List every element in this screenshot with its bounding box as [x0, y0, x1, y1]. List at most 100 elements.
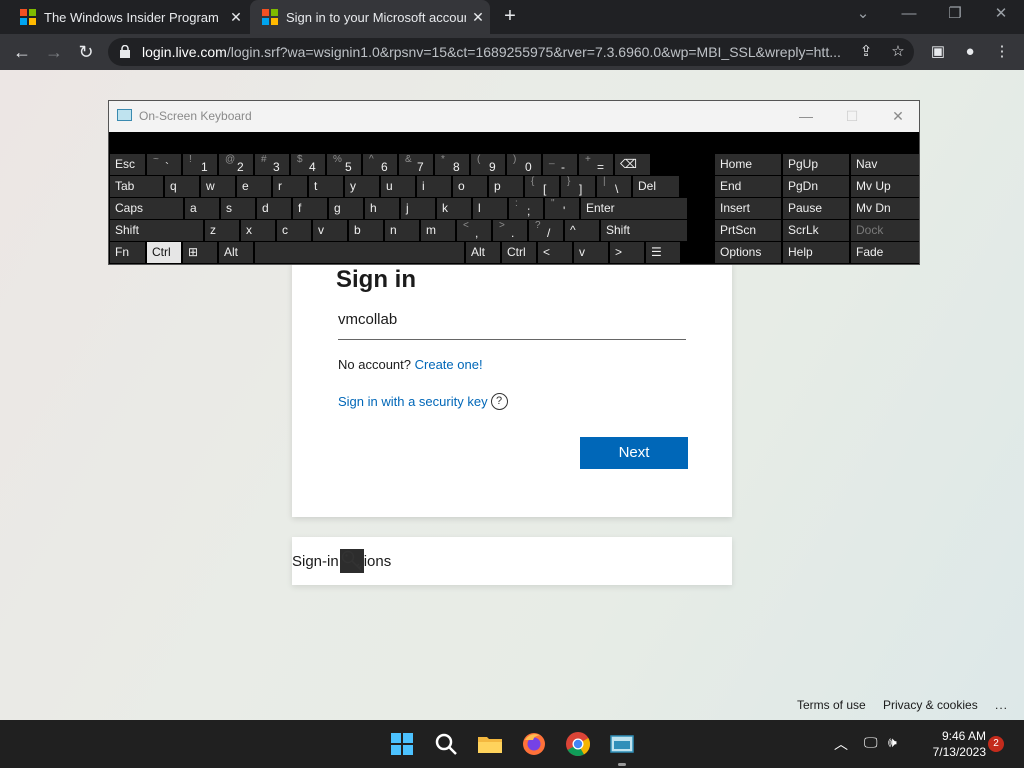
osk-key-pgdn[interactable]: PgDn	[783, 176, 849, 197]
profile-icon[interactable]: ●	[956, 38, 984, 66]
back-icon[interactable]: ←	[8, 38, 36, 66]
osk-key-⌫[interactable]: ⌫	[615, 154, 650, 175]
tab-microsoft-signin[interactable]: Sign in to your Microsoft account ✕	[250, 0, 490, 34]
osk-key-h[interactable]: h	[365, 198, 399, 219]
osk-key-prtscn[interactable]: PrtScn	[715, 220, 781, 241]
osk-key-insert[interactable]: Insert	[715, 198, 781, 219]
osk-key-e[interactable]: e	[237, 176, 271, 197]
osk-key-fn[interactable]: Fn	[110, 242, 145, 263]
osk-key-x[interactable]: x	[241, 220, 275, 241]
tab-search-icon[interactable]: ⌄	[840, 0, 886, 30]
close-tab-icon[interactable]: ✕	[224, 9, 248, 26]
osk-key-sym[interactable]: >.	[493, 220, 527, 241]
osk-key-nav[interactable]: Nav	[851, 154, 919, 175]
osk-key-n[interactable]: n	[385, 220, 419, 241]
osk-key-esc[interactable]: Esc	[110, 154, 145, 175]
osk-key-alt[interactable]: Alt	[466, 242, 500, 263]
osk-key-sym[interactable]: :;	[509, 198, 543, 219]
new-tab-button[interactable]: +	[498, 5, 522, 29]
close-tab-icon[interactable]: ✕	[466, 9, 490, 26]
osk-key-y[interactable]: y	[345, 176, 379, 197]
osk-key-options[interactable]: Options	[715, 242, 781, 263]
osk-key-g[interactable]: g	[329, 198, 363, 219]
osk-key->[interactable]: >	[610, 242, 644, 263]
start-icon[interactable]	[386, 728, 418, 760]
osk-key-p[interactable]: p	[489, 176, 523, 197]
osk-key-alt[interactable]: Alt	[219, 242, 253, 263]
osk-key-☰[interactable]: ☰	[646, 242, 680, 263]
osk-key-7[interactable]: & 7	[399, 154, 433, 175]
osk-key-sym[interactable]: | \	[597, 176, 631, 197]
osk-key-home[interactable]: Home	[715, 154, 781, 175]
osk-key-i[interactable]: i	[417, 176, 451, 197]
osk-key-m[interactable]: m	[421, 220, 455, 241]
menu-icon[interactable]: ⋮	[988, 38, 1016, 66]
chrome-icon[interactable]	[562, 728, 594, 760]
file-explorer-icon[interactable]	[474, 728, 506, 760]
osk-key-a[interactable]: a	[185, 198, 219, 219]
osk-key-ctrl[interactable]: Ctrl	[502, 242, 536, 263]
osk-key-8[interactable]: * 8	[435, 154, 469, 175]
osk-key-sym[interactable]	[255, 242, 464, 263]
osk-key-sym[interactable]: {[	[525, 176, 559, 197]
osk-key-s[interactable]: s	[221, 198, 255, 219]
osk-key-v[interactable]: v	[313, 220, 347, 241]
share-icon[interactable]: ⇪	[852, 38, 880, 66]
osk-key-pgup[interactable]: PgUp	[783, 154, 849, 175]
osk-key-d[interactable]: d	[257, 198, 291, 219]
osk-minimize-icon[interactable]: —	[783, 101, 829, 132]
osk-key-t[interactable]: t	[309, 176, 343, 197]
osk-key-sym[interactable]: <,	[457, 220, 491, 241]
osk-key-sym[interactable]: ? /	[529, 220, 563, 241]
osk-key-u[interactable]: u	[381, 176, 415, 197]
firefox-icon[interactable]	[518, 728, 550, 760]
osk-key-b[interactable]: b	[349, 220, 383, 241]
notification-badge[interactable]: 2	[988, 736, 1004, 752]
bookmark-star-icon[interactable]: ☆	[884, 38, 912, 66]
security-key-link[interactable]: Sign in with a security key	[338, 394, 488, 409]
osk-key-3[interactable]: #3	[255, 154, 289, 175]
privacy-link[interactable]: Privacy & cookies	[883, 698, 978, 712]
osk-key-1[interactable]: ! 1	[183, 154, 217, 175]
osk-key-6[interactable]: ^ 6	[363, 154, 397, 175]
osk-key-mv-up[interactable]: Mv Up	[851, 176, 919, 197]
osk-key-5[interactable]: % 5	[327, 154, 361, 175]
osk-key-sym[interactable]: _ -	[543, 154, 577, 175]
osk-key-w[interactable]: w	[201, 176, 235, 197]
osk-key-sym[interactable]: }]	[561, 176, 595, 197]
osk-key-v[interactable]: v	[574, 242, 608, 263]
help-icon[interactable]: ?	[490, 393, 508, 410]
create-account-link[interactable]: Create one!	[415, 357, 483, 372]
clock[interactable]: 9:46 AM 7/13/2023	[918, 728, 986, 760]
osk-key-sym[interactable]: + =	[579, 154, 613, 175]
osk-key-k[interactable]: k	[437, 198, 471, 219]
tab-windows-insider[interactable]: The Windows Insider Program ✕	[8, 0, 248, 34]
more-options-icon[interactable]: ...	[995, 698, 1008, 712]
osk-key-4[interactable]: $4	[291, 154, 325, 175]
osk-key-sym[interactable]: " '	[545, 198, 579, 219]
osk-key-sym[interactable]: ~ `	[147, 154, 181, 175]
osk-key-^[interactable]: ^	[565, 220, 599, 241]
close-window-icon[interactable]: ✕	[978, 0, 1024, 30]
osk-key-⊞[interactable]: ⊞	[183, 242, 217, 263]
osk-key-ctrl[interactable]: Ctrl	[147, 242, 181, 263]
osk-key-0[interactable]: ) 0	[507, 154, 541, 175]
network-icon[interactable]: 🖵	[864, 734, 878, 751]
address-bar[interactable]: login.live.com/login.srf?wa=wsignin1.0&r…	[108, 38, 914, 66]
side-panel-icon[interactable]: ▣	[924, 38, 952, 66]
search-icon[interactable]	[430, 728, 462, 760]
osk-key-del[interactable]: Del	[633, 176, 679, 197]
terms-link[interactable]: Terms of use	[797, 698, 866, 712]
minimize-icon[interactable]: —	[886, 0, 932, 30]
osk-key-z[interactable]: z	[205, 220, 239, 241]
next-button[interactable]: Next	[580, 437, 688, 469]
osk-key-end[interactable]: End	[715, 176, 781, 197]
signin-options-button[interactable]: Sign-in options	[292, 537, 732, 585]
osk-key-scrlk[interactable]: ScrLk	[783, 220, 849, 241]
osk-key-j[interactable]: j	[401, 198, 435, 219]
osk-key-fade[interactable]: Fade	[851, 242, 919, 263]
volume-icon[interactable]: 🕪	[888, 734, 897, 751]
restore-icon[interactable]: ❐	[932, 0, 978, 30]
osk-key-tab[interactable]: Tab	[110, 176, 163, 197]
osk-key-l[interactable]: l	[473, 198, 507, 219]
